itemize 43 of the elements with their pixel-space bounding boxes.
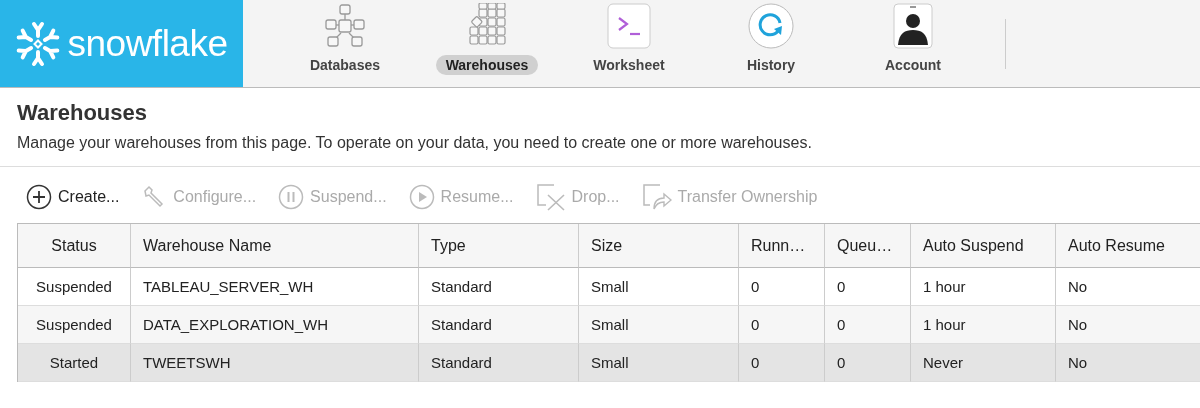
nav-tab[interactable]: Account xyxy=(875,55,951,75)
nav-tab[interactable]: Worksheet xyxy=(583,55,675,75)
share-icon xyxy=(641,183,672,211)
pause-icon xyxy=(278,184,305,210)
column-header[interactable]: Status xyxy=(18,224,131,268)
snowflake-icon xyxy=(15,20,62,67)
play-icon xyxy=(408,184,435,210)
nav-tab[interactable]: Databases xyxy=(299,55,390,75)
terminal-icon xyxy=(607,3,651,49)
page-title: Warehouses xyxy=(17,100,148,126)
table-cell: No xyxy=(1056,344,1200,382)
user-silhouette-icon xyxy=(893,3,933,49)
column-header[interactable]: Warehouse Name xyxy=(131,224,419,268)
page-description: Manage your warehouses from this page. To operate on your data, you need to create one or more warehouses. xyxy=(17,134,813,152)
table-cell: Small xyxy=(579,344,739,382)
column-header[interactable]: Type xyxy=(419,224,579,268)
table-cell: Suspended xyxy=(18,306,131,344)
nav-tab[interactable]: Warehouses xyxy=(435,55,539,75)
column-header[interactable]: Auto Resume xyxy=(1056,224,1200,268)
table-cell: 0 xyxy=(739,344,825,382)
table-cell: 0 xyxy=(825,344,911,382)
table-cell: Small xyxy=(579,306,739,344)
column-header[interactable]: Size xyxy=(579,224,739,268)
table-cell: 1 hour xyxy=(911,306,1056,344)
delete-icon xyxy=(535,183,566,211)
table-cell: No xyxy=(1056,306,1200,344)
table-cell: Never xyxy=(911,344,1056,382)
table-cell: Standard xyxy=(419,306,579,344)
table-cell: TWEETSWH xyxy=(131,344,419,382)
table-cell: Started xyxy=(18,344,131,382)
refresh-icon xyxy=(748,3,794,49)
column-header[interactable]: Runn… xyxy=(739,224,825,268)
table-cell: Standard xyxy=(419,344,579,382)
table-cell: 0 xyxy=(825,306,911,344)
table-cell: 0 xyxy=(739,306,825,344)
table-cell: DATA_EXPLORATION_WH xyxy=(131,306,419,344)
logo-text: snowflake xyxy=(67,22,228,65)
plus-circle-icon xyxy=(26,184,52,210)
nav-tab[interactable]: History xyxy=(736,55,806,75)
column-header[interactable]: Auto Suspend xyxy=(911,224,1056,268)
toolbar-button[interactable]: Create... xyxy=(26,184,120,210)
column-header[interactable]: Queu… xyxy=(825,224,911,268)
network-icon xyxy=(323,3,367,49)
